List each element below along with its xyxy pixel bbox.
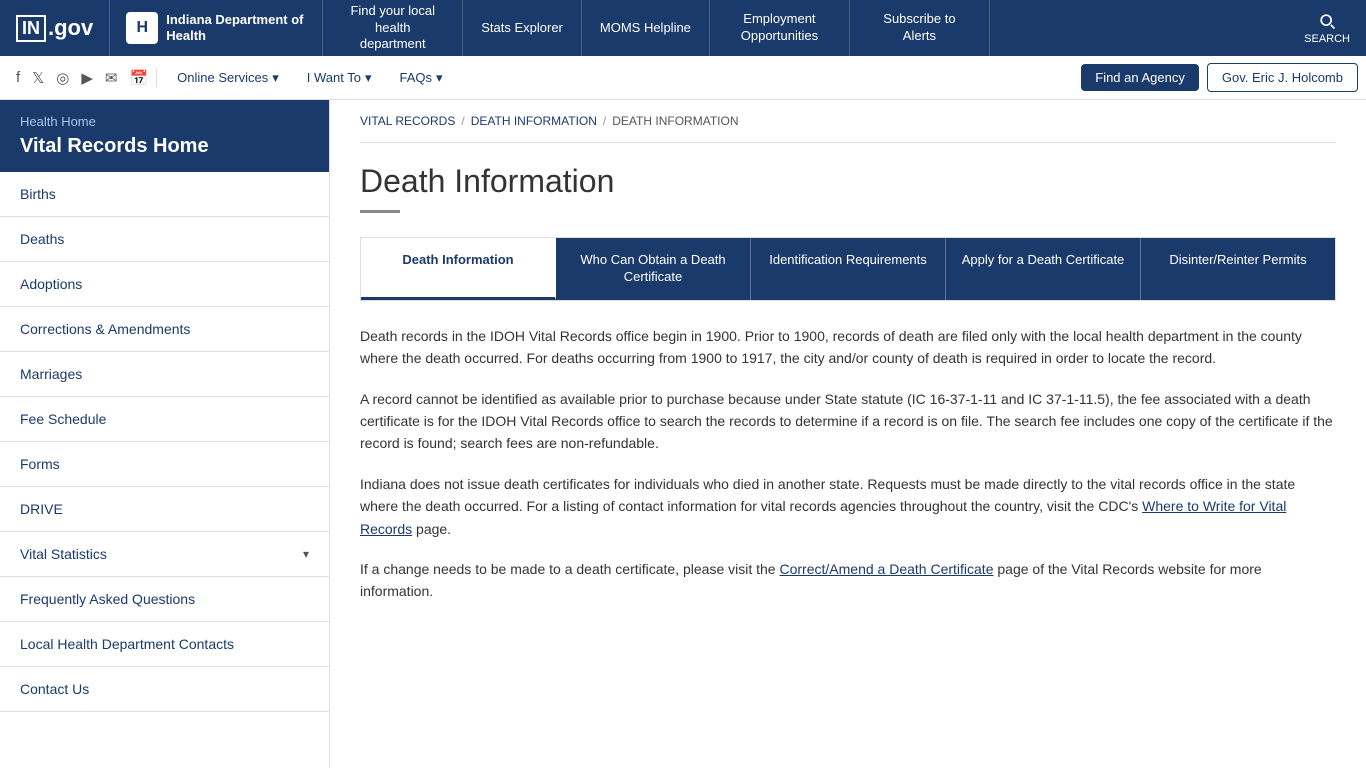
nav-stats-explorer[interactable]: Stats Explorer xyxy=(463,0,582,56)
twitter-icon[interactable]: 𝕏 xyxy=(32,69,44,87)
top-nav-links: Find your local health department Stats … xyxy=(323,0,1288,56)
nav-find-local[interactable]: Find your local health department xyxy=(323,0,463,56)
find-agency-button[interactable]: Find an Agency xyxy=(1081,64,1199,91)
tab-identification-requirements[interactable]: Identification Requirements xyxy=(751,238,946,300)
sidebar-health-home-link[interactable]: Health Home xyxy=(20,114,309,129)
breadcrumb-current: DEATH INFORMATION xyxy=(612,114,738,128)
where-to-write-link[interactable]: Where to Write for Vital Records xyxy=(360,498,1286,536)
sidebar-item-contact-us[interactable]: Contact Us xyxy=(0,667,329,712)
agency-section: H Indiana Department of Health xyxy=(110,0,323,56)
main-container: Health Home Vital Records Home Births De… xyxy=(0,100,1366,768)
facebook-icon[interactable]: f xyxy=(16,69,20,86)
title-divider xyxy=(360,210,400,213)
sidebar-vital-records-title: Vital Records Home xyxy=(20,135,309,158)
youtube-icon[interactable]: ▶ xyxy=(81,69,93,87)
search-button[interactable]: SEARCH xyxy=(1288,0,1366,56)
content-text: Death records in the IDOH Vital Records … xyxy=(360,325,1336,603)
content-area: VITAL RECORDS / DEATH INFORMATION / DEAT… xyxy=(330,100,1366,768)
agency-name: Indiana Department of Health xyxy=(166,12,306,43)
agency-icon: H xyxy=(126,12,158,44)
sidebar-item-deaths[interactable]: Deaths xyxy=(0,217,329,262)
breadcrumb-death-info-link[interactable]: DEATH INFORMATION xyxy=(471,114,597,128)
paragraph-1: Death records in the IDOH Vital Records … xyxy=(360,325,1336,370)
breadcrumb: VITAL RECORDS / DEATH INFORMATION / DEAT… xyxy=(360,100,1336,143)
correct-amend-link[interactable]: Correct/Amend a Death Certificate xyxy=(780,561,994,577)
nav-moms-helpline[interactable]: MOMS Helpline xyxy=(582,0,710,56)
vital-statistics-chevron: ▾ xyxy=(303,547,309,561)
tab-bar: Death Information Who Can Obtain a Death… xyxy=(360,237,1336,301)
instagram-icon[interactable]: ◎ xyxy=(56,69,69,87)
sidebar-item-local-health-contacts[interactable]: Local Health Department Contacts xyxy=(0,622,329,667)
top-navigation: IN .gov H Indiana Department of Health F… xyxy=(0,0,1366,56)
tab-who-can-obtain[interactable]: Who Can Obtain a Death Certificate xyxy=(556,238,751,300)
online-services-chevron: ▾ xyxy=(272,70,279,86)
faqs-chevron: ▾ xyxy=(436,70,443,86)
social-icons: f 𝕏 ◎ ▶ ✉ 📅 xyxy=(8,69,157,87)
sidebar-item-corrections-amendments[interactable]: Corrections & Amendments xyxy=(0,307,329,352)
sidebar-item-births[interactable]: Births xyxy=(0,172,329,217)
menu-items: Online Services ▾ I Want To ▾ FAQs ▾ xyxy=(165,64,1081,92)
sidebar-item-forms[interactable]: Forms xyxy=(0,442,329,487)
sidebar-item-vital-statistics[interactable]: Vital Statistics ▾ xyxy=(0,532,329,577)
tab-death-information[interactable]: Death Information xyxy=(361,238,556,300)
email-icon[interactable]: ✉ xyxy=(105,69,118,87)
nav-employment[interactable]: Employment Opportunities xyxy=(710,0,850,56)
sidebar-item-faq[interactable]: Frequently Asked Questions xyxy=(0,577,329,622)
sidebar-header: Health Home Vital Records Home xyxy=(0,100,329,172)
breadcrumb-sep-1: / xyxy=(461,114,464,128)
sidebar-item-marriages[interactable]: Marriages xyxy=(0,352,329,397)
page-title: Death Information xyxy=(360,163,1336,200)
breadcrumb-vital-records[interactable]: VITAL RECORDS xyxy=(360,114,455,128)
sidebar-item-fee-schedule[interactable]: Fee Schedule xyxy=(0,397,329,442)
sidebar: Health Home Vital Records Home Births De… xyxy=(0,100,330,768)
calendar-icon[interactable]: 📅 xyxy=(129,69,148,87)
tab-disinter-reinter[interactable]: Disinter/Reinter Permits xyxy=(1141,238,1335,300)
paragraph-2: A record cannot be identified as availab… xyxy=(360,388,1336,455)
i-want-to-chevron: ▾ xyxy=(365,70,372,86)
nav-subscribe[interactable]: Subscribe to Alerts xyxy=(850,0,990,56)
i-want-to-menu[interactable]: I Want To ▾ xyxy=(295,64,384,92)
paragraph-4: If a change needs to be made to a death … xyxy=(360,558,1336,603)
site-logo[interactable]: IN .gov xyxy=(0,0,110,56)
tab-apply-for-certificate[interactable]: Apply for a Death Certificate xyxy=(946,238,1141,300)
online-services-menu[interactable]: Online Services ▾ xyxy=(165,64,291,92)
search-label: SEARCH xyxy=(1304,33,1350,45)
nav-right-buttons: Find an Agency Gov. Eric J. Holcomb xyxy=(1081,63,1358,92)
secondary-navigation: f 𝕏 ◎ ▶ ✉ 📅 Online Services ▾ I Want To … xyxy=(0,56,1366,100)
logo-gov: .gov xyxy=(48,15,93,41)
logo-bracket: IN xyxy=(16,15,46,42)
paragraph-3: Indiana does not issue death certificate… xyxy=(360,473,1336,540)
sidebar-item-adoptions[interactable]: Adoptions xyxy=(0,262,329,307)
sidebar-nav: Births Deaths Adoptions Corrections & Am… xyxy=(0,172,329,712)
governor-button[interactable]: Gov. Eric J. Holcomb xyxy=(1207,63,1358,92)
faqs-menu[interactable]: FAQs ▾ xyxy=(387,64,454,92)
sidebar-item-drive[interactable]: DRIVE xyxy=(0,487,329,532)
breadcrumb-sep-2: / xyxy=(603,114,606,128)
